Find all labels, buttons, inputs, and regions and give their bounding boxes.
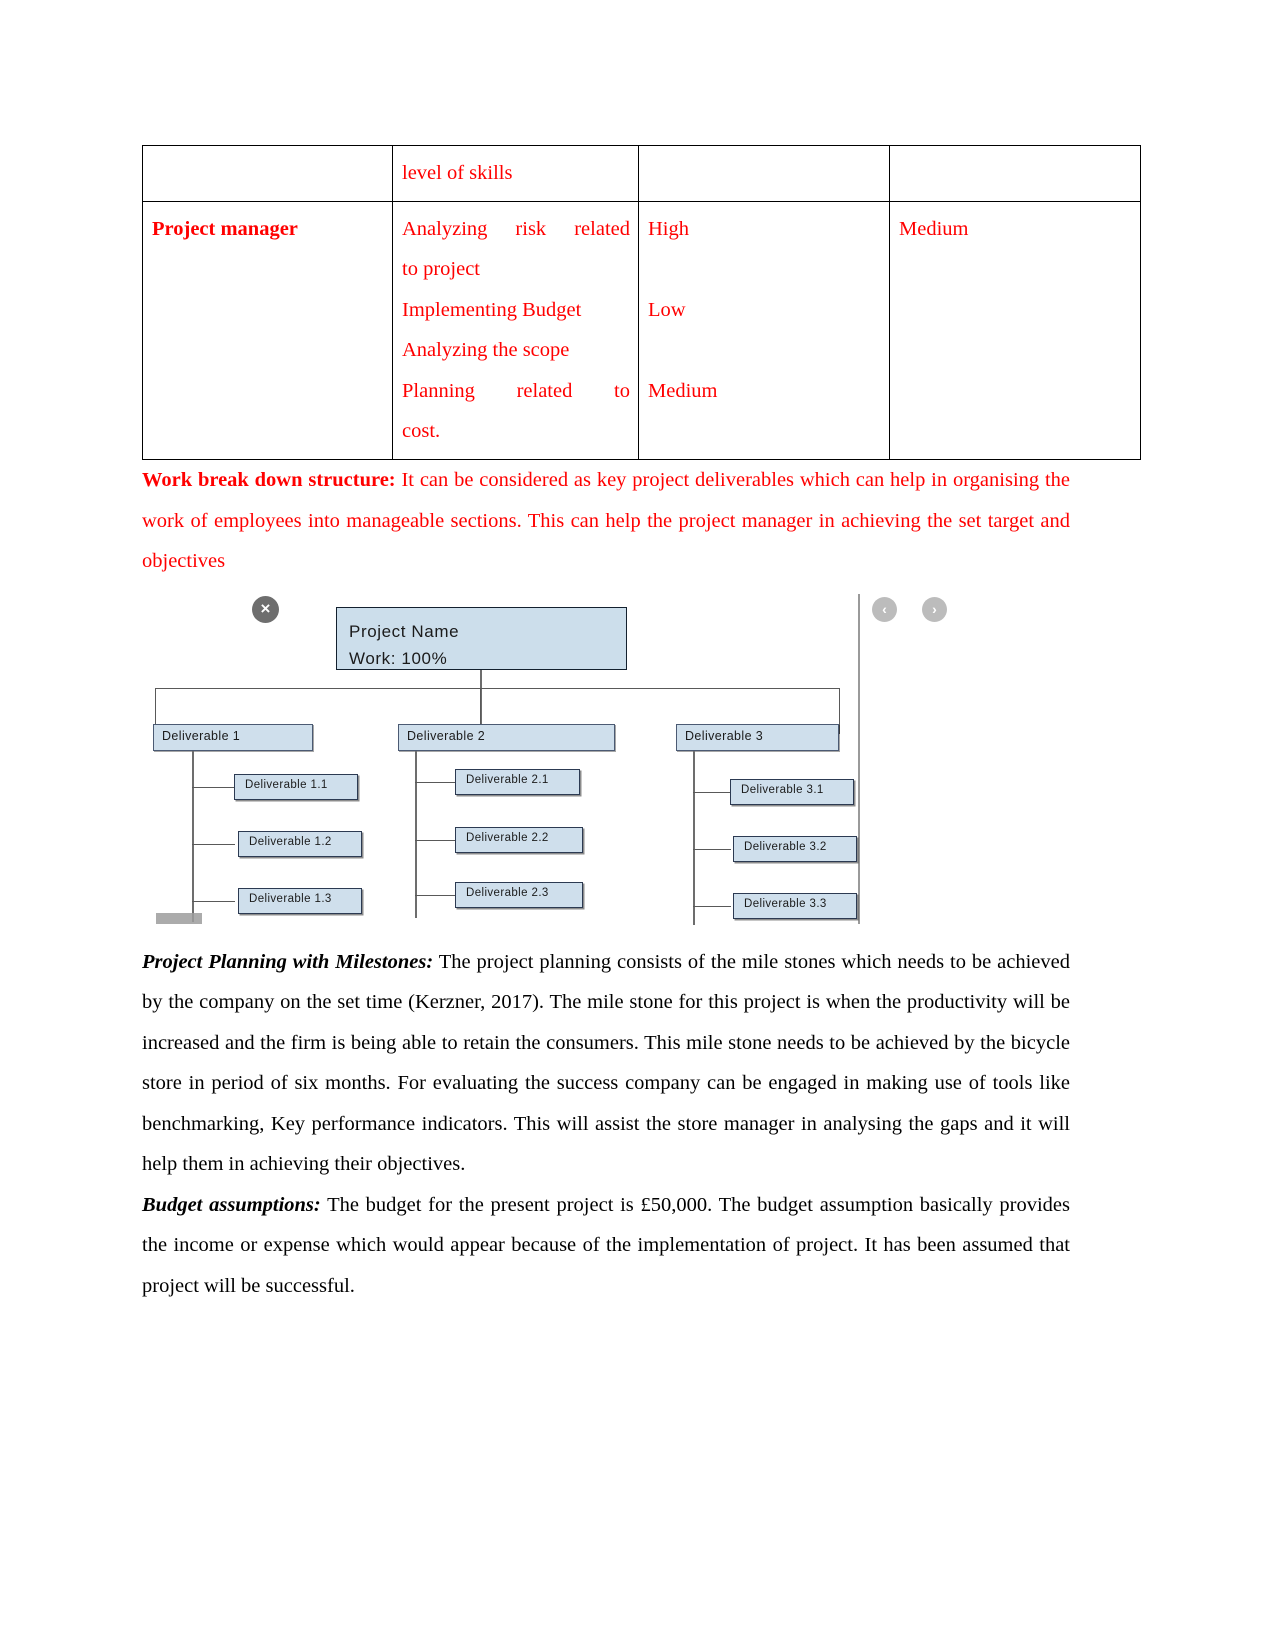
diagram-scroll-artifact: [156, 912, 202, 924]
wbs-connector-leaf-2-1: [415, 781, 456, 783]
previous-arrow-icon[interactable]: ‹: [872, 596, 897, 622]
table-cell-activity: level of skills: [392, 145, 639, 202]
wbs-root-node: Project Name Work: 100%: [336, 606, 627, 670]
paragraph-wbs: Work break down structure: It can be con…: [142, 460, 1070, 582]
rating-line: [648, 411, 881, 452]
rating-line: Medium: [648, 379, 718, 402]
wbs-leaf-node-2-2: Deliverable 2.2: [455, 826, 583, 853]
close-icon[interactable]: ×: [252, 595, 279, 623]
wbs-root-work: Work: 100%: [349, 648, 448, 668]
table-cell-overall: Medium: [889, 200, 1141, 461]
next-arrow-icon[interactable]: ›: [922, 596, 947, 622]
activity-line: to project: [402, 258, 480, 281]
wbs-connector-leaf-3-3: [693, 905, 731, 907]
risk-responsibility-table: level of skills Project manager Analyzin…: [142, 145, 1141, 461]
document-page: level of skills Project manager Analyzin…: [0, 0, 1275, 1651]
rating-line: Low: [648, 298, 686, 321]
table-cell-role: [142, 145, 393, 202]
wbs-connector-leaf-1-1: [192, 786, 235, 788]
wbs-branch-node-1: Deliverable 1: [153, 723, 313, 751]
wbs-connector-leaf-1-3: [192, 900, 235, 902]
wbs-branch-node-3: Deliverable 3: [676, 723, 839, 751]
table-cell-rating: [638, 145, 890, 202]
wbs-leaf-node-1-3: Deliverable 1.3: [238, 887, 362, 914]
wbs-root-title: Project Name: [349, 621, 460, 641]
wbs-leaf-node-3-3: Deliverable 3.3: [733, 892, 857, 919]
paragraph-milestones: Project Planning with Milestones: The pr…: [142, 942, 1070, 1185]
wbs-connector-leaf-1-2: [192, 843, 235, 845]
wbs-connector-bus: [155, 687, 840, 689]
rating-spacer: [648, 249, 881, 290]
rating-line: High: [648, 217, 689, 240]
activity-line: Analyzing the scope: [402, 339, 570, 362]
table-cell-activity: Analyzing risk related to project Implem…: [392, 200, 639, 461]
table-cell-role: Project manager: [142, 200, 393, 461]
paragraph-milestones-lead: Project Planning with Milestones:: [142, 950, 434, 973]
wbs-connector-spine-2: [415, 750, 417, 918]
table-cell-overall: [889, 145, 1141, 202]
wbs-connector-drop-3: [839, 687, 840, 734]
wbs-leaf-node-2-3: Deliverable 2.3: [455, 881, 583, 908]
diagram-right-rule: [858, 593, 860, 924]
paragraph-milestones-body: The project planning consists of the mil…: [142, 950, 1071, 1176]
paragraph-wbs-lead: Work break down structure:: [142, 469, 396, 492]
table-row: Project manager Analyzing risk related t…: [142, 200, 1141, 461]
paragraph-budget: Budget assumptions: The budget for the p…: [142, 1185, 1070, 1307]
wbs-connector-spine-3: [693, 750, 695, 925]
wbs-connector-leaf-2-3: [415, 894, 456, 896]
activity-line: Implementing Budget: [402, 298, 582, 321]
wbs-connector-leaf-2-2: [415, 839, 456, 841]
table-row: level of skills: [142, 145, 1141, 202]
rating-spacer: [648, 330, 881, 371]
wbs-connector-leaf-3-1: [693, 791, 731, 793]
wbs-leaf-node-3-1: Deliverable 3.1: [730, 778, 854, 805]
wbs-leaf-node-1-1: Deliverable 1.1: [234, 773, 358, 800]
paragraph-budget-lead: Budget assumptions:: [142, 1193, 321, 1216]
activity-line: Planning related to: [402, 379, 630, 402]
table-cell-rating: High Low Medium: [638, 200, 890, 461]
work-breakdown-structure-diagram: × ‹ › Project Name Work: 100% Deliverabl…: [142, 589, 1070, 942]
wbs-leaf-node-3-2: Deliverable 3.2: [733, 835, 857, 862]
wbs-canvas: × ‹ › Project Name Work: 100% Deliverabl…: [142, 590, 1070, 942]
activity-line: cost.: [402, 420, 441, 443]
wbs-leaf-node-2-1: Deliverable 2.1: [455, 768, 580, 795]
wbs-connector-spine-1: [192, 750, 194, 922]
wbs-connector-leaf-3-2: [693, 848, 731, 850]
activity-line: Analyzing risk related: [402, 217, 630, 240]
wbs-branch-node-2: Deliverable 2: [398, 723, 615, 751]
wbs-leaf-node-1-2: Deliverable 1.2: [238, 830, 362, 857]
page-content: level of skills Project manager Analyzin…: [142, 145, 1141, 1307]
